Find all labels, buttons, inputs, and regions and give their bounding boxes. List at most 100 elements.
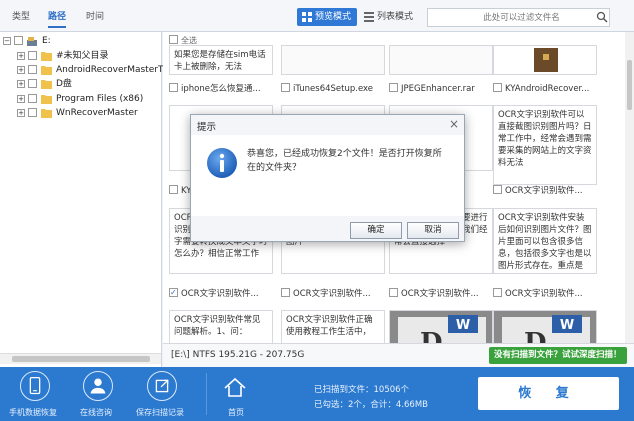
tree-checkbox[interactable] — [28, 79, 37, 88]
expand-icon[interactable]: + — [17, 109, 25, 117]
home-icon — [224, 377, 246, 397]
list-mode-button[interactable]: 列表模式 — [359, 8, 419, 26]
file-thumbnail[interactable]: OCR文字识别软件正确使用教程工作生活中， — [281, 310, 385, 343]
file-checkbox-checked[interactable] — [169, 287, 178, 300]
svg-text:D: D — [524, 328, 547, 343]
file-name: iTunes64Setup.exe — [293, 84, 374, 94]
file-caption[interactable]: OCR文字识别软件... — [281, 287, 385, 301]
file-thumbnail[interactable] — [389, 45, 493, 75]
scan-summary: 已扫描到文件：10506个 已勾选：2个，合计：4.66MB — [314, 383, 428, 413]
search-input[interactable] — [427, 8, 610, 27]
file-caption[interactable]: JPEGEnhancer.rar — [389, 82, 493, 96]
file-thumbnail[interactable] — [493, 45, 597, 75]
tree-horizontal-scrollbar[interactable] — [0, 353, 161, 364]
tree-label: WnRecoverMaster — [56, 108, 138, 118]
success-dialog: 提示 × 恭喜您，已经成功恢复2个文件！是否打开恢复所在的文件夹？ 确定 取消 — [190, 114, 465, 242]
checkbox-box[interactable] — [169, 35, 178, 44]
preview-mode-button[interactable]: 预览模式 — [297, 8, 358, 26]
list-mode-label: 列表模式 — [377, 12, 414, 22]
phone-recovery-label: 手机数据恢复 — [9, 408, 57, 417]
file-thumbnail[interactable]: W D — [493, 310, 597, 343]
folder-icon — [41, 109, 52, 118]
grid-vertical-scrollbar[interactable] — [625, 32, 634, 343]
expand-icon[interactable]: + — [17, 66, 25, 74]
dialog-body: 恭喜您，已经成功恢复2个文件！是否打开恢复所在的文件夹？ — [191, 135, 464, 216]
file-checkbox[interactable] — [493, 185, 502, 194]
top-bar: 类型 路径 时间 预览模式 列表模式 — [0, 0, 634, 32]
file-checkbox[interactable] — [169, 185, 178, 194]
file-thumbnail[interactable]: 如果您是存储在sim电话卡上被删除，无法 — [169, 45, 273, 75]
tab-path[interactable]: 路径 — [48, 9, 67, 28]
file-thumbnail[interactable]: W D — [389, 310, 493, 343]
scrollbar-thumb[interactable] — [12, 356, 150, 362]
tree-checkbox[interactable] — [28, 51, 37, 60]
tab-time[interactable]: 时间 — [86, 9, 104, 22]
file-caption[interactable]: OCR文字识别软件... — [493, 184, 597, 198]
file-preview-text: 如果您是存储在sim电话卡上被删除，无法 — [174, 50, 266, 72]
preview-mode-label: 预览模式 — [315, 12, 352, 22]
file-checkbox[interactable] — [389, 83, 398, 92]
word-document-icon: W D — [494, 311, 596, 343]
file-checkbox[interactable] — [493, 288, 502, 297]
file-preview-text: OCR文字识别软件正确使用教程工作生活中， — [286, 315, 373, 337]
svg-text:W: W — [560, 318, 574, 333]
divider — [206, 373, 207, 415]
tree-checkbox[interactable] — [28, 65, 37, 74]
file-thumbnail[interactable]: OCR文字识别软件常见问题解析。1、问： — [169, 310, 273, 343]
expand-icon[interactable]: + — [17, 95, 25, 103]
status-row: [E:\] NTFS 195.21G - 207.75G 没有扫描到文件？试试深… — [163, 343, 634, 367]
file-checkbox[interactable] — [169, 83, 178, 92]
dialog-message: 恭喜您，已经成功恢复2个文件！是否打开恢复所在的文件夹？ — [247, 149, 442, 173]
tab-type[interactable]: 类型 — [12, 9, 30, 22]
file-caption[interactable]: OCR文字识别软件... — [389, 287, 493, 301]
file-name: OCR文字识别软件... — [505, 289, 583, 299]
scrollbar-thumb[interactable] — [627, 60, 632, 110]
deep-scan-button[interactable]: 没有扫描到文件？试试深度扫描！ — [489, 347, 627, 364]
cancel-button[interactable]: 取消 — [407, 222, 459, 239]
close-icon[interactable]: × — [449, 117, 459, 131]
file-checkbox[interactable] — [389, 288, 398, 297]
file-name: iphone怎么恢复通... — [181, 84, 261, 94]
file-caption[interactable]: OCR文字识别软件... — [169, 287, 273, 301]
ok-button[interactable]: 确定 — [350, 222, 402, 239]
home-label: 首页 — [228, 408, 244, 417]
search-icon[interactable] — [596, 11, 608, 23]
tree-checkbox[interactable] — [14, 36, 23, 45]
file-name: OCR文字识别软件... — [181, 289, 259, 299]
tree-label: Program Files (x86) — [56, 94, 144, 104]
expand-icon[interactable]: + — [17, 80, 25, 88]
folder-icon — [41, 52, 52, 61]
list-icon — [364, 12, 374, 22]
archive-icon — [534, 48, 558, 72]
found-count: 已扫描到文件：10506个 — [314, 385, 410, 395]
file-name: OCR文字识别软件... — [293, 289, 371, 299]
file-thumbnail[interactable]: OCR文字识别软件安装后如何识别图片文件？图片里面可以包含很多信息，包括很多文字… — [493, 208, 597, 274]
file-preview-text: OCR文字识别软件可以直接截图识别图片吗？日常工作中，经常会遇到需要采集的网站上… — [498, 110, 592, 168]
file-caption[interactable]: OCR文字识别软件... — [493, 287, 597, 301]
phone-icon — [20, 371, 50, 401]
recover-button[interactable]: 恢 复 — [478, 377, 619, 410]
file-checkbox[interactable] — [281, 83, 290, 92]
export-icon — [147, 371, 177, 401]
dialog-title: 提示 — [197, 122, 217, 133]
expand-icon[interactable]: + — [17, 52, 25, 60]
file-preview-text: OCR文字识别软件安装后如何识别图片文件？图片里面可以包含很多信息，包括很多文字… — [498, 213, 592, 271]
selected-summary: 已勾选：2个，合计：4.66MB — [314, 400, 428, 410]
drive-icon — [27, 37, 37, 46]
file-thumbnail[interactable]: OCR文字识别软件可以直接截图识别图片吗？日常工作中，经常会遇到需要采集的网站上… — [493, 105, 597, 185]
folder-icon — [41, 95, 52, 104]
file-checkbox[interactable] — [281, 288, 290, 297]
collapse-icon[interactable]: − — [3, 37, 11, 45]
tree-label: #未知父目录 — [56, 51, 109, 61]
tree-label: D盘 — [56, 79, 72, 89]
file-caption[interactable]: iTunes64Setup.exe — [281, 82, 385, 96]
file-caption[interactable]: KYAndroidRecover... — [493, 82, 597, 96]
file-caption[interactable]: iphone怎么恢复通... — [169, 82, 273, 96]
file-name: OCR文字识别软件... — [505, 186, 583, 196]
folder-icon — [41, 80, 52, 89]
file-checkbox[interactable] — [493, 83, 502, 92]
tree-checkbox[interactable] — [28, 108, 37, 117]
folder-icon — [41, 66, 52, 75]
tree-checkbox[interactable] — [28, 94, 37, 103]
file-thumbnail[interactable] — [281, 45, 385, 75]
